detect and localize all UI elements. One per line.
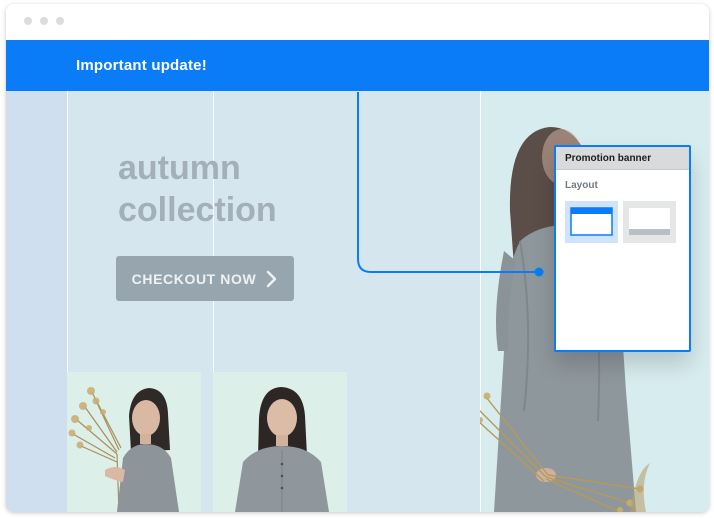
window-control-dot[interactable]	[40, 17, 48, 25]
layout-option-bottom-banner[interactable]	[623, 201, 676, 243]
headline-line-2: collection	[118, 191, 277, 229]
banner-text: Important update!	[76, 57, 207, 74]
window-titlebar	[6, 4, 709, 40]
headline-line-1: autumn	[118, 149, 241, 187]
chevron-right-icon	[267, 270, 277, 287]
checkout-button[interactable]: CHECKOUT NOW	[116, 256, 294, 301]
bottom-banner-layout-icon	[629, 208, 670, 235]
model-photo-portrait[interactable]	[213, 372, 347, 512]
layout-section-label: Layout	[565, 180, 598, 191]
announcement-banner[interactable]: Important update!	[6, 40, 709, 91]
promotion-banner-panel: Promotion banner Layout	[554, 145, 691, 352]
left-column	[6, 91, 67, 512]
layout-option-top-banner[interactable]	[565, 201, 618, 243]
top-banner-layout-icon	[570, 207, 613, 236]
panel-title: Promotion banner	[556, 147, 689, 170]
window-control-dot[interactable]	[56, 17, 64, 25]
checkout-button-label: CHECKOUT NOW	[131, 270, 257, 287]
collection-headline: autumn collection	[118, 147, 277, 231]
window-control-dot[interactable]	[24, 17, 32, 25]
browser-window: Important update! autumn collection CHEC…	[6, 4, 709, 512]
model-photo-with-dried-flowers[interactable]	[67, 372, 201, 512]
